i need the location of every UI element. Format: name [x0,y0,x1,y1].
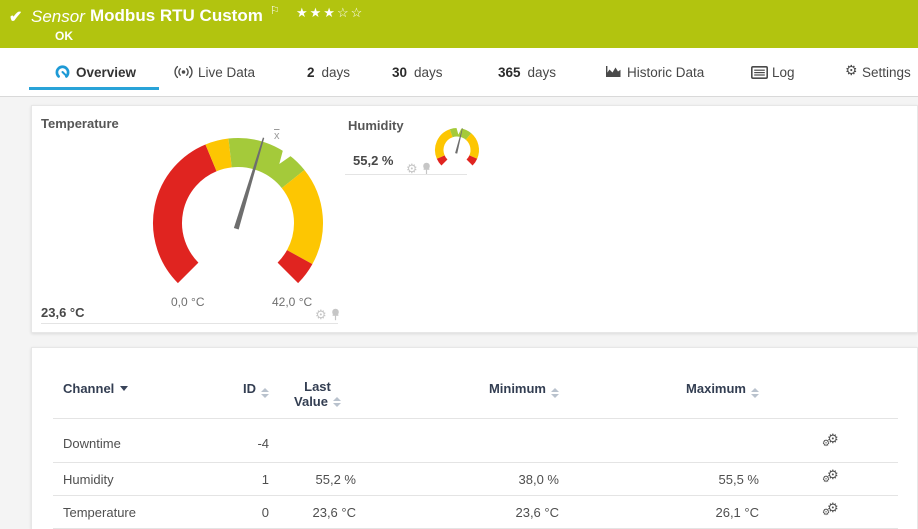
column-header-id[interactable]: ID [191,381,279,409]
object-type-label: Sensor [31,7,85,26]
settings-gear-icon: ⚙ [845,62,858,78]
tab-365-days-label: days [527,64,557,80]
gauge-icon [54,64,71,80]
sort-arrows-icon [332,396,341,407]
cell-channel[interactable]: Humidity [53,472,191,487]
cell-id: 0 [261,504,269,520]
tab-log-label: Log [772,64,795,80]
humidity-gauge-title: Humidity [348,118,404,133]
cell-maximum: 55,5 % [718,471,759,487]
cell-minimum: 23,6 °C [515,504,559,520]
column-header-last-label: Last [304,379,331,394]
temperature-scale-min: 0,0 °C [171,295,205,309]
sensor-status-header: ✔ Sensor Modbus RTU Custom ⚐ ★★★☆☆ OK [0,0,918,48]
tab-2-days-number: 2 [307,64,315,80]
temperature-gear-icon[interactable]: ⚙ [315,308,327,321]
column-header-last-value[interactable]: Last Value [279,379,366,409]
tab-settings[interactable]: ⚙ Settings [845,48,911,96]
table-header-row: Channel ID Last Value Minimum Maximum [53,379,898,419]
humidity-widget-divider [345,174,467,175]
log-list-icon [751,66,768,79]
temperature-widget-divider [41,323,338,324]
temperature-gauge-title: Temperature [41,116,119,131]
sensor-title: Modbus RTU Custom [90,6,263,25]
table-row-downtime: Downtime -4 ⚙ ⚙ [53,424,898,463]
tab-log[interactable]: Log [751,48,795,96]
column-header-value-label: Value [294,394,328,409]
tab-365-days[interactable]: 365 days [498,48,556,96]
table-row-humidity: Humidity 1 55,2 % 38,0 % 55,5 % ⚙ ⚙ [53,463,898,496]
cell-last-value: 55,2 % [315,471,356,487]
tab-bar: Overview Live Data 2 days 30 days 365 da… [0,48,918,97]
sort-arrows-icon [751,388,759,398]
tab-historic-data[interactable]: Historic Data [606,48,705,96]
status-badge: OK [55,29,73,43]
humidity-gauge [435,127,479,166]
column-header-minimum[interactable]: Minimum [366,381,569,409]
cell-channel[interactable]: Downtime [53,436,191,451]
temperature-average-marker: x [274,130,280,142]
stars-empty: ☆☆ [336,5,365,20]
flag-icon[interactable]: ⚐ [270,4,280,17]
column-header-maximum[interactable]: Maximum [569,381,769,409]
ok-check-icon: ✔ [9,9,23,26]
channel-settings-icon[interactable]: ⚙ ⚙ [822,431,840,450]
gauges-panel: Temperature x 0,0 °C 42,0 °C 23,6 °C ⚙ H… [31,105,918,333]
tab-overview-label: Overview [76,64,137,80]
column-header-id-label: ID [243,381,256,396]
sort-arrows-icon [551,388,559,398]
tab-30-days[interactable]: 30 days [392,48,443,96]
cell-channel[interactable]: Temperature [53,505,191,520]
column-header-channel-label: Channel [63,381,115,396]
cell-id: -4 [257,435,269,451]
cell-maximum: 26,1 °C [715,504,759,520]
cell-id: 1 [261,471,269,487]
priority-stars[interactable]: ★★★☆☆ [296,5,364,21]
temperature-pin-icon[interactable] [331,308,340,321]
tab-live-data[interactable]: Live Data [174,48,256,96]
humidity-current-value: 55,2 % [353,153,394,168]
stars-filled: ★★★ [296,5,337,20]
channel-settings-icon[interactable]: ⚙ ⚙ [822,500,840,519]
tab-2-days[interactable]: 2 days [307,48,350,96]
tab-historic-data-label: Historic Data [627,64,705,80]
temperature-scale-max: 42,0 °C [272,295,313,309]
active-tab-underline [29,87,160,90]
channels-panel: Channel ID Last Value Minimum Maximum Do… [31,347,918,529]
sort-arrows-icon [261,388,269,398]
column-header-channel[interactable]: Channel [53,381,191,409]
tab-settings-label: Settings [862,64,911,80]
column-header-maximum-label: Maximum [686,381,746,396]
tab-365-days-number: 365 [498,64,521,80]
tab-live-data-label: Live Data [198,64,256,80]
channel-settings-icon[interactable]: ⚙ ⚙ [822,467,840,486]
sort-desc-icon [120,386,129,391]
temperature-current-value: 23,6 °C [41,305,85,320]
tab-30-days-number: 30 [392,64,408,80]
cell-last-value: 23,6 °C [312,504,356,520]
column-header-minimum-label: Minimum [488,381,546,396]
table-row-temperature: Temperature 0 23,6 °C 23,6 °C 26,1 °C ⚙ ⚙ [53,496,898,529]
temperature-gauge [153,137,323,284]
tab-overview[interactable]: Overview [29,48,160,96]
tab-30-days-label: days [414,64,443,80]
cell-minimum: 38,0 % [518,471,559,487]
broadcast-icon [173,65,194,79]
historic-chart-icon [604,65,622,78]
tab-2-days-label: days [321,64,351,80]
